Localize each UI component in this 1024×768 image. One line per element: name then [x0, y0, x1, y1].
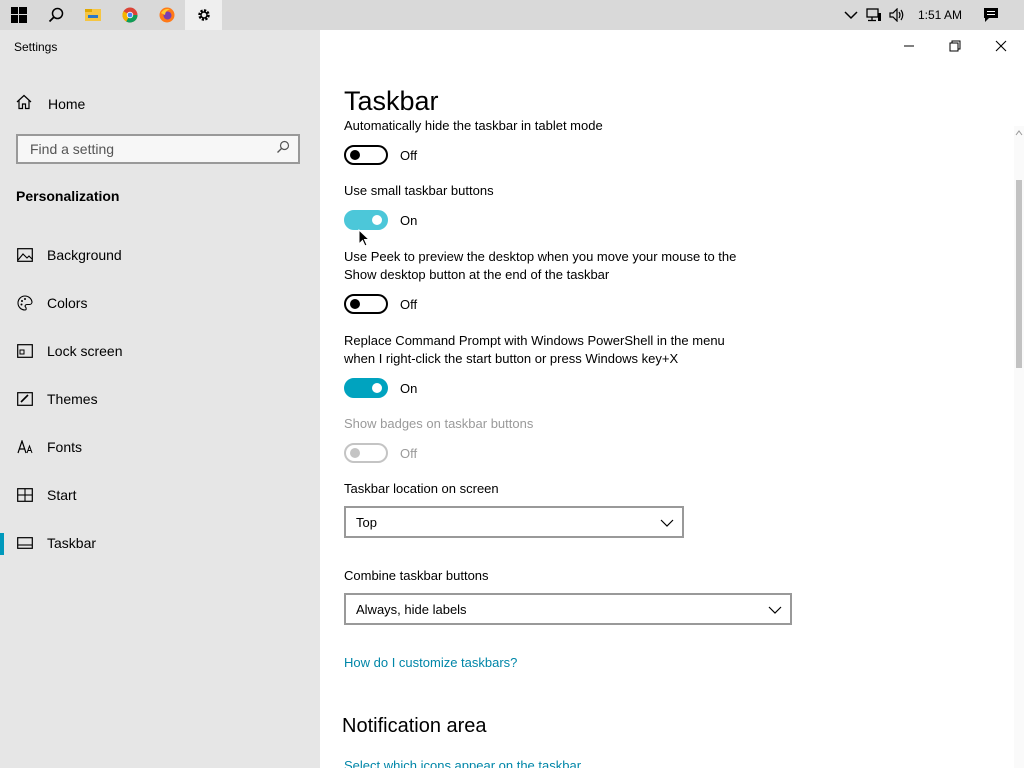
app-title: Settings [14, 40, 58, 54]
location-dropdown[interactable]: Top [344, 506, 684, 538]
home-label: Home [48, 95, 86, 112]
sidebar-item-label: Colors [47, 295, 88, 311]
close-button[interactable] [978, 30, 1024, 62]
chevron-down-icon [768, 602, 782, 617]
settings-gear-icon[interactable] [185, 0, 222, 30]
search-icon[interactable] [276, 140, 290, 159]
toggle-knob [350, 448, 360, 458]
sidebar-item-label: Fonts [47, 439, 83, 455]
windows-start-icon[interactable] [0, 0, 37, 30]
sidebar-item-label: Lock screen [47, 343, 123, 359]
scrollbar[interactable] [1014, 126, 1024, 768]
search-icon[interactable] [37, 0, 74, 30]
small-buttons-toggle[interactable] [344, 210, 388, 230]
settings-scroll-area: Automatically hide the taskbar in tablet… [320, 118, 1024, 768]
home-icon [16, 94, 32, 113]
brush-icon [16, 390, 34, 408]
toggle-state-text: Off [400, 297, 418, 312]
powershell-label-line1: Replace Command Prompt with Windows Powe… [344, 333, 725, 348]
search-box[interactable] [16, 134, 300, 164]
hide-taskbar-tablet-label: Automatically hide the taskbar in tablet… [344, 118, 603, 133]
toggle-knob [350, 299, 360, 309]
select-icons-link[interactable]: Select which icons appear on the taskbar [344, 758, 581, 768]
section-title: Personalization [16, 188, 120, 204]
powershell-label-line2: when I right-click the start button or p… [344, 351, 679, 366]
toggle-knob [372, 215, 382, 225]
location-label: Taskbar location on screen [344, 481, 499, 496]
combine-label: Combine taskbar buttons [344, 568, 489, 583]
sidebar-item-label: Start [47, 487, 77, 503]
location-value: Top [356, 514, 377, 530]
network-icon[interactable] [864, 0, 884, 30]
settings-content: Taskbar Automatically hide the taskbar i… [320, 30, 1024, 768]
powershell-toggle[interactable] [344, 378, 388, 398]
powershell-label: Replace Command Prompt with Windows Powe… [344, 332, 725, 368]
start-icon [16, 486, 34, 504]
windows-taskbar: 1:51 AM [0, 0, 1024, 30]
palette-icon [16, 294, 34, 312]
hide-taskbar-tablet-toggle[interactable] [344, 145, 388, 165]
combine-value: Always, hide labels [356, 601, 467, 617]
font-icon [16, 438, 34, 456]
chevron-down-icon [660, 515, 674, 530]
sidebar-item-label: Taskbar [47, 535, 97, 551]
badges-label: Show badges on taskbar buttons [344, 416, 534, 431]
toggle-knob [372, 383, 382, 393]
picture-icon [16, 246, 34, 264]
action-center-icon[interactable] [980, 0, 1002, 30]
sidebar-item-start[interactable]: Start [0, 479, 320, 511]
customize-taskbars-link[interactable]: How do I customize taskbars? [344, 655, 517, 670]
peek-label: Use Peek to preview the desktop when you… [344, 248, 736, 284]
toggle-state-text: Off [400, 148, 418, 163]
restore-button[interactable] [932, 30, 978, 62]
sidebar-item-background[interactable]: Background [0, 239, 320, 271]
sidebar-item-colors[interactable]: Colors [0, 287, 320, 319]
mouse-cursor-icon [358, 229, 370, 247]
selection-indicator [0, 533, 4, 555]
scroll-up-arrow-icon[interactable] [1015, 130, 1023, 136]
toggle-knob [350, 150, 360, 160]
toggle-state-text: On [400, 381, 418, 396]
taskbar-icon [16, 534, 34, 552]
notification-area-heading: Notification area [342, 715, 487, 737]
sidebar-item-label: Background [47, 247, 122, 263]
home-nav-item[interactable]: Home [16, 94, 85, 113]
scrollbar-thumb[interactable] [1016, 180, 1022, 368]
volume-icon[interactable] [887, 0, 907, 30]
peek-toggle[interactable] [344, 294, 388, 314]
toggle-state-text: On [400, 213, 418, 228]
minimize-button[interactable] [886, 30, 932, 62]
sidebar-item-label: Themes [47, 391, 98, 407]
toggle-state-text: Off [400, 446, 418, 461]
clock[interactable]: 1:51 AM [912, 0, 968, 30]
chrome-icon[interactable] [111, 0, 148, 30]
sidebar-item-themes[interactable]: Themes [0, 383, 320, 415]
chevron-up-icon[interactable] [842, 0, 860, 30]
sidebar-item-lock-screen[interactable]: Lock screen [0, 335, 320, 367]
file-explorer-icon[interactable] [74, 0, 111, 30]
peek-label-line2: Show desktop button at the end of the ta… [344, 267, 610, 282]
sidebar-item-taskbar[interactable]: Taskbar [0, 527, 320, 559]
search-input[interactable] [28, 140, 276, 158]
settings-sidebar: Settings Home Personalization Background… [0, 30, 320, 768]
page-title: Taskbar [344, 86, 439, 116]
peek-label-line1: Use Peek to preview the desktop when you… [344, 249, 737, 264]
sidebar-item-fonts[interactable]: Fonts [0, 431, 320, 463]
combine-dropdown[interactable]: Always, hide labels [344, 593, 792, 625]
badges-toggle[interactable] [344, 443, 388, 463]
firefox-icon[interactable] [148, 0, 185, 30]
lock-screen-icon [16, 342, 34, 360]
small-buttons-label: Use small taskbar buttons [344, 183, 494, 198]
